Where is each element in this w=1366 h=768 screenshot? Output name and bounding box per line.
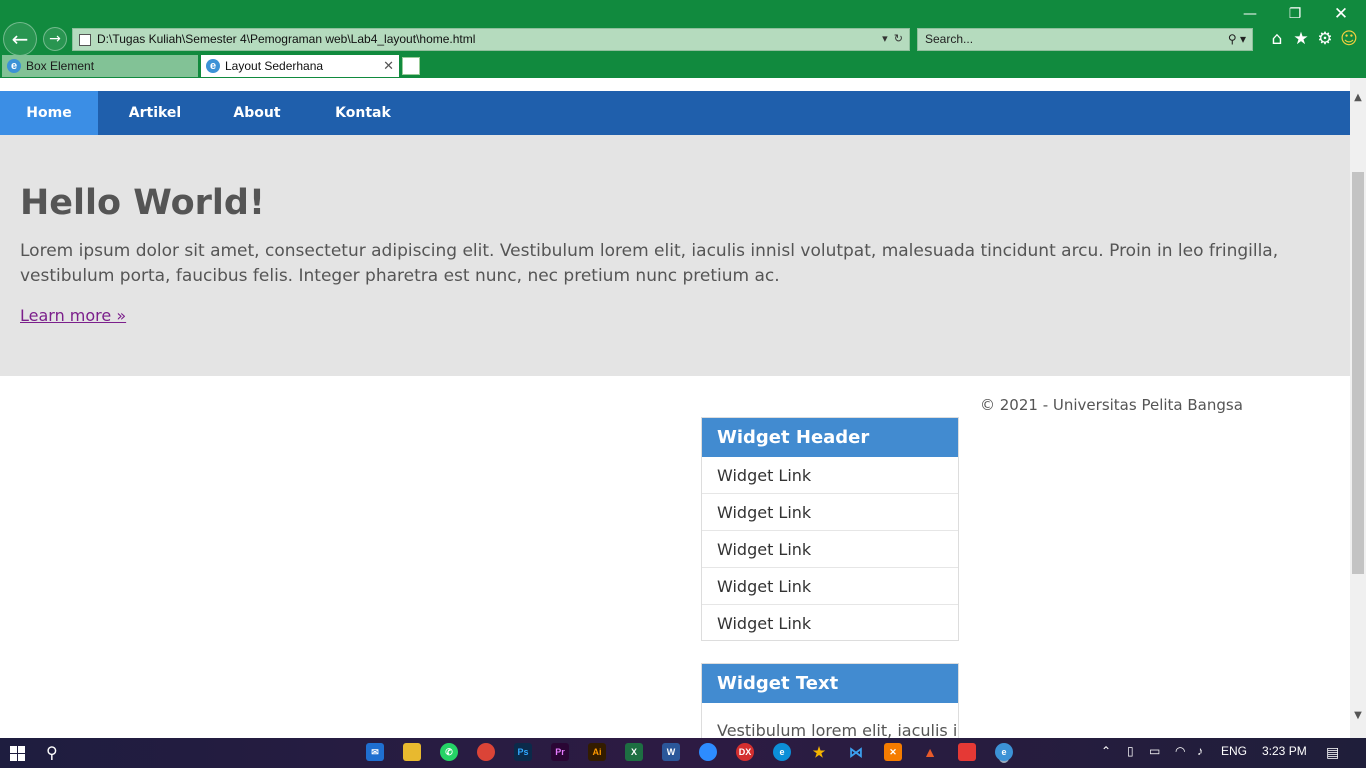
- scroll-down-icon[interactable]: ▼: [1350, 708, 1366, 724]
- ie-icon: e: [7, 59, 21, 73]
- scroll-up-icon[interactable]: ▲: [1350, 90, 1366, 106]
- widget-link[interactable]: Widget Link: [702, 568, 958, 605]
- start-button[interactable]: [10, 746, 25, 761]
- restore-button[interactable]: ❐: [1280, 4, 1310, 24]
- taskbar-search-icon[interactable]: ⚲: [46, 743, 58, 762]
- word-icon[interactable]: W: [662, 743, 680, 761]
- vertical-scrollbar[interactable]: ▲ ▼: [1350, 78, 1366, 738]
- zoom-icon[interactable]: [699, 743, 717, 761]
- widget-link[interactable]: Widget Link: [702, 494, 958, 531]
- scrollbar-thumb[interactable]: [1352, 172, 1364, 574]
- hero-title: Hello World!: [20, 183, 265, 223]
- widget-text-header: Widget Text: [702, 664, 958, 703]
- nav-about[interactable]: About: [222, 91, 292, 135]
- tab-label: Layout Sederhana: [225, 59, 324, 73]
- file-explorer-icon[interactable]: [403, 743, 421, 761]
- nav-home[interactable]: Home: [0, 91, 98, 135]
- close-tab-icon[interactable]: ✕: [383, 55, 394, 77]
- device-icon[interactable]: ▯: [1127, 744, 1134, 758]
- xampp-icon[interactable]: ✕: [884, 743, 902, 761]
- back-button[interactable]: ←: [3, 22, 37, 56]
- notifications-icon[interactable]: ▤: [1326, 744, 1339, 761]
- address-bar[interactable]: D:\Tugas Kuliah\Semester 4\Pemograman we…: [72, 28, 910, 51]
- learn-more-link[interactable]: Learn more »: [20, 306, 126, 325]
- widget-header: Widget Header: [702, 418, 958, 457]
- search-placeholder: Search...: [925, 32, 974, 46]
- widget-link[interactable]: Widget Link: [702, 605, 958, 642]
- smiley-icon[interactable]: ☺: [1339, 28, 1359, 50]
- search-icon[interactable]: ⚲ ▾: [1228, 29, 1246, 50]
- tab-layout-sederhana[interactable]: e Layout Sederhana ✕: [201, 55, 399, 77]
- refresh-icon[interactable]: ▾ ↻: [882, 29, 903, 50]
- page-viewport: Home Artikel About Kontak Hello World! L…: [0, 78, 1350, 738]
- volume-icon[interactable]: ♪: [1197, 744, 1203, 758]
- pdf-icon[interactable]: [958, 743, 976, 761]
- settings-icon[interactable]: ⚙: [1315, 28, 1335, 50]
- close-window-button[interactable]: ✕: [1326, 4, 1356, 24]
- hero-text: Lorem ipsum dolor sit amet, consectetur …: [20, 241, 1279, 286]
- copyright-text: © 2021 - Universitas Pelita Bangsa: [980, 396, 1243, 414]
- widget-links: Widget Header Widget Link Widget Link Wi…: [701, 417, 959, 641]
- search-box[interactable]: Search... ⚲ ▾: [917, 28, 1253, 51]
- premiere-icon[interactable]: Pr: [551, 743, 569, 761]
- page-icon: [79, 34, 91, 46]
- address-text: D:\Tugas Kuliah\Semester 4\Pemograman we…: [97, 32, 476, 46]
- tab-box-element[interactable]: e Box Element: [2, 55, 198, 77]
- minimize-button[interactable]: —: [1235, 4, 1265, 24]
- show-hidden-icons[interactable]: ⌃: [1101, 744, 1111, 758]
- ie-taskbar-icon[interactable]: e: [995, 743, 1013, 761]
- illustrator-icon[interactable]: Ai: [588, 743, 606, 761]
- hero-section: Hello World! Lorem ipsum dolor sit amet,…: [0, 135, 1350, 376]
- vscode-icon[interactable]: ⋈: [847, 743, 865, 761]
- favorites-icon[interactable]: ★: [1291, 28, 1311, 50]
- top-navigation: Home Artikel About Kontak: [0, 91, 1350, 135]
- excel-icon[interactable]: X: [625, 743, 643, 761]
- battery-icon[interactable]: ▭: [1149, 744, 1160, 758]
- chrome-icon[interactable]: [477, 743, 495, 761]
- matlab-icon[interactable]: ▲: [921, 743, 939, 761]
- language-indicator[interactable]: ENG: [1221, 744, 1247, 758]
- widget-link[interactable]: Widget Link: [702, 457, 958, 494]
- whatsapp-icon[interactable]: ✆: [440, 743, 458, 761]
- home-icon[interactable]: ⌂: [1267, 28, 1287, 50]
- dx-icon[interactable]: DX: [736, 743, 754, 761]
- ie-icon: e: [206, 59, 220, 73]
- photoshop-icon[interactable]: Ps: [514, 743, 532, 761]
- edge-icon[interactable]: e: [773, 743, 791, 761]
- nav-kontak[interactable]: Kontak: [326, 91, 400, 135]
- new-tab-button[interactable]: [402, 57, 420, 75]
- forward-button[interactable]: →: [43, 27, 67, 51]
- browser-chrome: — ❐ ✕ ← → D:\Tugas Kuliah\Semester 4\Pem…: [0, 0, 1366, 78]
- widget-link[interactable]: Widget Link: [702, 531, 958, 568]
- star-app-icon[interactable]: ★: [810, 743, 828, 761]
- widget-text: Widget Text Vestibulum lorem elit, iacul…: [701, 663, 959, 738]
- nav-artikel[interactable]: Artikel: [112, 91, 198, 135]
- tab-label: Box Element: [26, 59, 95, 73]
- widget-text-body: Vestibulum lorem elit, iaculis in: [717, 721, 958, 738]
- wifi-icon[interactable]: ◠: [1175, 744, 1185, 758]
- clock[interactable]: 3:23 PM: [1262, 744, 1307, 758]
- windows-taskbar: ⚲ ✉ ✆ Ps Pr Ai X W DX e ★ ⋈ ✕ ▲ e ⌃ ▯ ▭ …: [0, 738, 1366, 768]
- mail-icon[interactable]: ✉: [366, 743, 384, 761]
